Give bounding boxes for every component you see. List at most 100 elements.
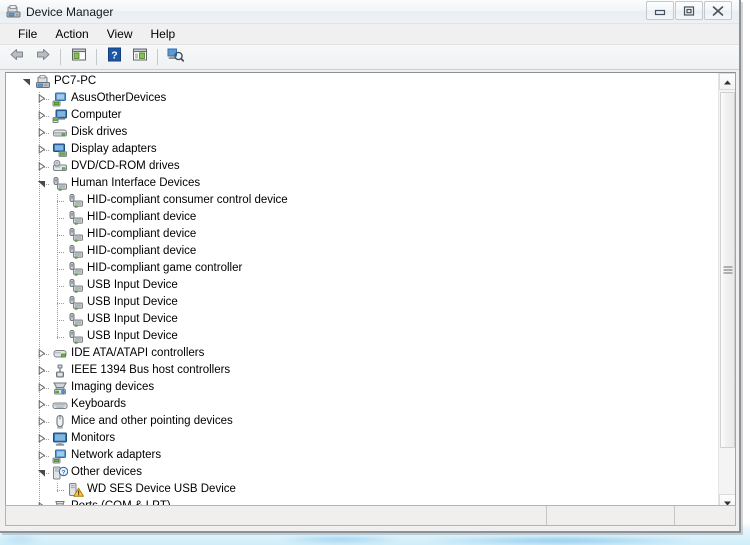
mouse-icon <box>52 414 68 430</box>
tree-item-label: PC7-PC <box>54 75 97 87</box>
help-button[interactable]: ? <box>103 47 126 68</box>
collapse-triangle-icon[interactable] <box>35 464 48 481</box>
tree-item-asusotherdevices[interactable]: AsusOtherDevices <box>6 90 718 107</box>
device-manager-window: Device Manager File Action View Help ? P… <box>0 0 741 533</box>
menu-item-view[interactable]: View <box>98 25 142 44</box>
tree-item-disk-drives[interactable]: Disk drives <box>6 124 718 141</box>
menu-item-file[interactable]: File <box>9 25 46 44</box>
menu-item-action[interactable]: Action <box>46 25 97 44</box>
hid-device-icon <box>68 244 84 260</box>
close-button[interactable] <box>704 1 732 20</box>
tree-item-pc7-pc[interactable]: PC7-PC <box>6 73 718 90</box>
expand-triangle-icon[interactable] <box>35 447 48 464</box>
maximize-restore-button[interactable] <box>675 1 703 20</box>
tree-item-label: Human Interface Devices <box>71 177 201 189</box>
help-question-icon: ? <box>107 47 122 67</box>
tree-item-usb-input-device[interactable]: USB Input Device <box>6 294 718 311</box>
display-adapter-icon <box>52 142 68 158</box>
tree-item-label: HID-compliant device <box>87 228 197 240</box>
hid-device-icon <box>68 193 84 209</box>
scan-hardware-button[interactable] <box>164 47 187 68</box>
device-tree-panel: PC7-PC AsusOtherDevices Computer Disk drive… <box>5 72 736 512</box>
tree-item-label: IDE ATA/ATAPI controllers <box>71 347 205 359</box>
tree-item-label: DVD/CD-ROM drives <box>71 160 180 172</box>
menu-bar: File Action View Help <box>0 24 739 45</box>
hid-device-icon <box>68 278 84 294</box>
ieee1394-icon <box>52 363 68 379</box>
tree-item-mice-and-other-pointing-devices[interactable]: Mice and other pointing devices <box>6 413 718 430</box>
tree-item-hid-compliant-device[interactable]: HID-compliant device <box>6 209 718 226</box>
tree-item-network-adapters[interactable]: Network adapters <box>6 447 718 464</box>
tree-item-usb-input-device[interactable]: USB Input Device <box>6 311 718 328</box>
monitor-icon <box>52 431 68 447</box>
toolbar-separator <box>96 49 97 65</box>
tree-item-wd-ses-device-usb-device[interactable]: WD SES Device USB Device <box>6 481 718 498</box>
tree-item-label: USB Input Device <box>87 313 178 325</box>
tree-item-usb-input-device[interactable]: USB Input Device <box>6 328 718 345</box>
hid-device-icon <box>68 329 84 345</box>
tree-item-ide-ata-atapi-controllers[interactable]: IDE ATA/ATAPI controllers <box>6 345 718 362</box>
desktop-blur-artifact <box>0 534 40 545</box>
tree-item-hid-compliant-game-controller[interactable]: HID-compliant game controller <box>6 260 718 277</box>
expand-triangle-icon[interactable] <box>35 396 48 413</box>
hid-device-icon <box>68 210 84 226</box>
tree-item-imaging-devices[interactable]: Imaging devices <box>6 379 718 396</box>
minimize-button[interactable] <box>646 1 674 20</box>
keyboard-icon <box>52 397 68 413</box>
scrollbar-grip-icon <box>723 266 732 274</box>
vertical-scrollbar[interactable] <box>718 73 735 511</box>
expand-triangle-icon[interactable] <box>35 362 48 379</box>
ide-controller-icon <box>52 346 68 362</box>
device-tree[interactable]: PC7-PC AsusOtherDevices Computer Disk drive… <box>6 73 718 511</box>
status-pane-secondary <box>547 506 675 525</box>
forward-button[interactable] <box>31 47 54 68</box>
toolbar: ? <box>0 45 739 70</box>
expand-triangle-icon[interactable] <box>35 345 48 362</box>
tree-item-usb-input-device[interactable]: USB Input Device <box>6 277 718 294</box>
expand-triangle-icon[interactable] <box>35 141 48 158</box>
tree-item-hid-compliant-device[interactable]: HID-compliant device <box>6 226 718 243</box>
tree-item-label: HID-compliant consumer control device <box>87 194 288 206</box>
tree-item-monitors[interactable]: Monitors <box>6 430 718 447</box>
tree-item-other-devices[interactable]: ? Other devices <box>6 464 718 481</box>
hid-device-icon <box>68 312 84 328</box>
disk-drive-icon <box>52 125 68 141</box>
tree-item-label: Other devices <box>71 466 142 478</box>
tree-item-computer[interactable]: Computer <box>6 107 718 124</box>
status-message <box>6 506 547 525</box>
title-bar[interactable]: Device Manager <box>0 0 739 24</box>
back-arrow-icon <box>9 47 26 67</box>
tree-item-hid-compliant-device[interactable]: HID-compliant device <box>6 243 718 260</box>
expand-triangle-icon[interactable] <box>35 158 48 175</box>
tree-item-dvd-cd-rom-drives[interactable]: DVD/CD-ROM drives <box>6 158 718 175</box>
dvd-drive-icon <box>52 159 68 175</box>
collapse-triangle-icon[interactable] <box>20 73 33 90</box>
scroll-up-button[interactable] <box>719 73 735 90</box>
tree-item-keyboards[interactable]: Keyboards <box>6 396 718 413</box>
expand-triangle-icon[interactable] <box>35 379 48 396</box>
menu-item-help[interactable]: Help <box>142 25 185 44</box>
tree-item-human-interface-devices[interactable]: Human Interface Devices <box>6 175 718 192</box>
tree-item-display-adapters[interactable]: Display adapters <box>6 141 718 158</box>
other-devices-category-icon <box>52 91 68 107</box>
collapse-triangle-icon[interactable] <box>35 175 48 192</box>
tree-item-label: AsusOtherDevices <box>71 92 167 104</box>
network-adapter-icon <box>52 448 68 464</box>
expand-triangle-icon[interactable] <box>35 430 48 447</box>
tree-item-hid-compliant-consumer-control-device[interactable]: HID-compliant consumer control device <box>6 192 718 209</box>
tree-item-label: USB Input Device <box>87 296 178 308</box>
status-bar <box>5 505 736 526</box>
tree-item-label: Imaging devices <box>71 381 155 393</box>
hid-icon <box>52 176 68 192</box>
properties-button[interactable] <box>67 47 90 68</box>
expand-triangle-icon[interactable] <box>35 107 48 124</box>
expand-triangle-icon[interactable] <box>35 90 48 107</box>
expand-triangle-icon[interactable] <box>35 124 48 141</box>
computer-root-icon <box>35 74 51 90</box>
show-hidden-button[interactable] <box>128 47 151 68</box>
back-button[interactable] <box>6 47 29 68</box>
tree-item-ieee-1394-bus-host-controllers[interactable]: IEEE 1394 Bus host controllers <box>6 362 718 379</box>
expand-triangle-icon[interactable] <box>35 413 48 430</box>
desktop-blur-artifact <box>430 537 690 544</box>
scrollbar-thumb[interactable] <box>720 92 735 448</box>
